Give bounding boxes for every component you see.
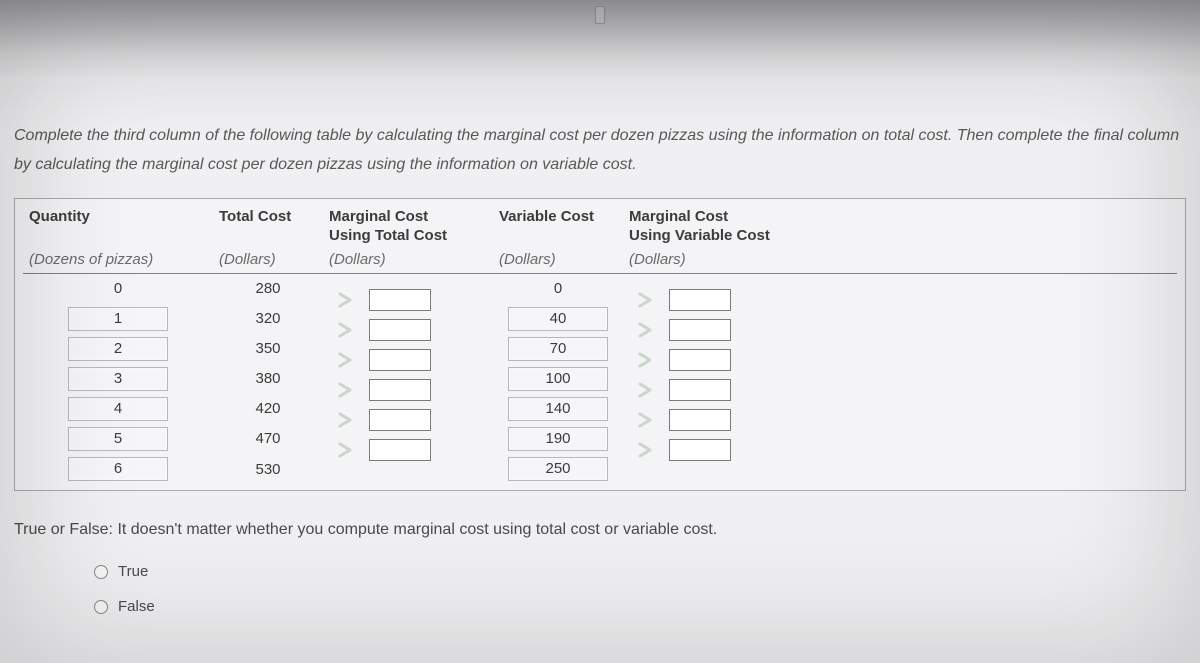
qty-value: 2 <box>68 337 168 361</box>
col-sub-variable-cost: (Dollars) <box>493 248 623 274</box>
mc2-line2: Using Variable Cost <box>629 227 770 244</box>
variable-cost-value: 70 <box>508 337 608 361</box>
variable-cost-value: 250 <box>508 457 608 481</box>
mc-variable-input[interactable] <box>669 319 731 341</box>
col-sub-quantity: (Dozens of pizzas) <box>23 248 213 274</box>
option-false-label: False <box>118 598 155 615</box>
variable-cost-cell: 70 <box>493 334 623 364</box>
mc-variable-input[interactable] <box>669 439 731 461</box>
qty-value: 5 <box>68 427 168 451</box>
total-cost-cell: 280 <box>213 274 323 304</box>
cost-table: Quantity Total Cost Marginal Cost Using … <box>23 205 1177 485</box>
total-cost-value: 280 <box>255 280 280 297</box>
col-sub-mc-total: (Dollars) <box>323 248 493 274</box>
qty-cell: 0 <box>23 274 213 304</box>
qty-cell: 3 <box>23 364 213 394</box>
qty-cell: 5 <box>23 424 213 454</box>
qty-cell: 6 <box>23 454 213 484</box>
mc2-line1: Marginal Cost <box>629 208 728 225</box>
variable-cost-value: 140 <box>508 397 608 421</box>
total-cost-cell: 350 <box>213 334 323 364</box>
window-notch <box>595 6 605 24</box>
option-true-label: True <box>118 563 148 580</box>
chevron-right-icon <box>335 409 357 431</box>
qty-cell: 4 <box>23 394 213 424</box>
chevron-right-icon <box>635 409 657 431</box>
total-cost-value: 350 <box>255 340 280 357</box>
variable-cost-value: 40 <box>508 307 608 331</box>
cost-table-wrap: Quantity Total Cost Marginal Cost Using … <box>14 198 1186 492</box>
qty-cell: 2 <box>23 334 213 364</box>
qty-value: 4 <box>68 397 168 421</box>
mc1-line1: Marginal Cost <box>329 208 428 225</box>
total-cost-cell: 380 <box>213 364 323 394</box>
col-header-mc-total: Marginal Cost Using Total Cost <box>323 205 493 248</box>
qty-value: 0 <box>114 280 122 297</box>
variable-cost-cell: 140 <box>493 394 623 424</box>
qty-value: 3 <box>68 367 168 391</box>
qty-value: 1 <box>68 307 168 331</box>
mc-variable-input[interactable] <box>669 349 731 371</box>
col-sub-total-cost: (Dollars) <box>213 248 323 274</box>
mc-variable-input[interactable] <box>669 289 731 311</box>
chevron-right-icon <box>335 379 357 401</box>
mc-total-input[interactable] <box>369 349 431 371</box>
radio-icon <box>94 600 108 614</box>
mc-variable-input[interactable] <box>669 409 731 431</box>
variable-cost-cell: 250 <box>493 454 623 484</box>
chevron-right-icon <box>635 439 657 461</box>
mc-total-column <box>323 274 493 485</box>
total-cost-cell: 470 <box>213 424 323 454</box>
mc-total-input[interactable] <box>369 379 431 401</box>
chevron-right-icon <box>335 439 357 461</box>
total-cost-cell: 320 <box>213 304 323 334</box>
chevron-right-icon <box>335 349 357 371</box>
mc-variable-column <box>623 274 823 485</box>
instructions-text: Complete the third column of the followi… <box>14 122 1186 180</box>
col-header-quantity: Quantity <box>23 205 213 248</box>
total-cost-value: 530 <box>255 461 280 478</box>
col-sub-mc-variable: (Dollars) <box>623 248 823 274</box>
question-content: Complete the third column of the followi… <box>14 122 1186 633</box>
mc1-line2: Using Total Cost <box>329 227 447 244</box>
total-cost-value: 420 <box>255 400 280 417</box>
mc-total-input[interactable] <box>369 409 431 431</box>
variable-cost-value: 190 <box>508 427 608 451</box>
qty-value: 6 <box>68 457 168 481</box>
variable-cost-cell: 0 <box>493 274 623 304</box>
col-header-mc-variable: Marginal Cost Using Variable Cost <box>623 205 823 248</box>
total-cost-value: 470 <box>255 430 280 447</box>
radio-icon <box>94 565 108 579</box>
total-cost-value: 380 <box>255 370 280 387</box>
variable-cost-value: 100 <box>508 367 608 391</box>
variable-cost-value: 0 <box>554 280 562 297</box>
col-header-variable-cost: Variable Cost <box>493 205 623 248</box>
mc-total-input[interactable] <box>369 319 431 341</box>
true-false-question: True or False: It doesn't matter whether… <box>14 521 1186 539</box>
total-cost-cell: 530 <box>213 454 323 484</box>
variable-cost-cell: 190 <box>493 424 623 454</box>
option-false[interactable]: False <box>94 598 1186 615</box>
col-header-total-cost: Total Cost <box>213 205 323 248</box>
mc-total-input[interactable] <box>369 289 431 311</box>
chevron-right-icon <box>635 349 657 371</box>
variable-cost-cell: 100 <box>493 364 623 394</box>
mc-total-input[interactable] <box>369 439 431 461</box>
chevron-right-icon <box>635 379 657 401</box>
chevron-right-icon <box>635 319 657 341</box>
chevron-right-icon <box>635 289 657 311</box>
total-cost-value: 320 <box>255 310 280 327</box>
answer-options: True False <box>94 563 1186 615</box>
variable-cost-cell: 40 <box>493 304 623 334</box>
total-cost-cell: 420 <box>213 394 323 424</box>
chevron-right-icon <box>335 319 357 341</box>
chevron-right-icon <box>335 289 357 311</box>
qty-cell: 1 <box>23 304 213 334</box>
option-true[interactable]: True <box>94 563 1186 580</box>
table-row: 0 280 0 <box>23 274 1177 304</box>
mc-variable-input[interactable] <box>669 379 731 401</box>
